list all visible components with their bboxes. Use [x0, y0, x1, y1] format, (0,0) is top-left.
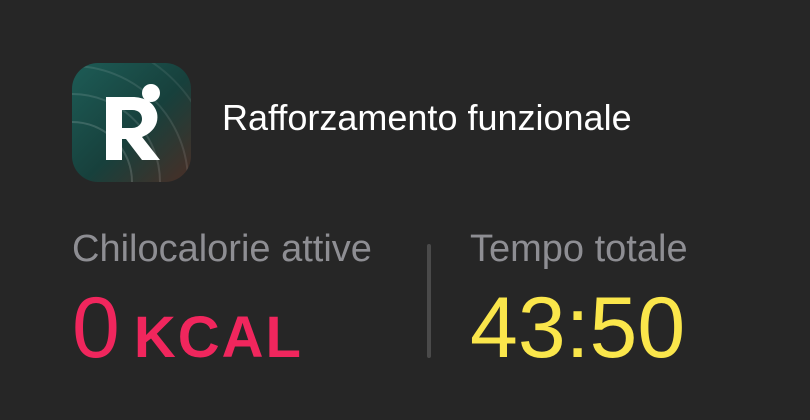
active-calories-label: Chilocalorie attive	[72, 228, 372, 270]
workout-title: Rafforzamento funzionale	[222, 97, 632, 138]
app-icon	[72, 63, 191, 182]
total-time-value: 43:50	[470, 280, 686, 376]
total-time-label: Tempo totale	[470, 228, 688, 270]
active-calories-number: 0	[72, 280, 120, 376]
metric-divider	[427, 244, 431, 358]
active-calories-unit: KCAL	[133, 305, 303, 370]
active-calories-value: 0 KCAL	[72, 280, 303, 386]
